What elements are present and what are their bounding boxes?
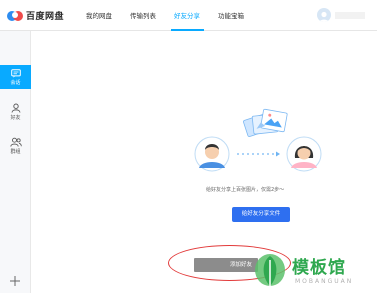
- sidebar-item-label: 会话: [10, 79, 21, 86]
- receiver-avatar-icon: [286, 136, 322, 172]
- nav-my-drive[interactable]: 我的网盘: [86, 9, 112, 23]
- user-avatar[interactable]: [317, 8, 331, 22]
- nav-friend-share[interactable]: 好友分享: [174, 9, 200, 23]
- cloud-logo-icon: [7, 11, 23, 21]
- sender-avatar-icon: [194, 136, 230, 172]
- plus-icon[interactable]: [8, 274, 22, 288]
- share-arrow-icon: [237, 151, 280, 157]
- app-name: 百度网盘: [26, 11, 65, 22]
- sidebar-item-label: 群组: [10, 149, 21, 155]
- sidebar-item-groups[interactable]: 群组: [0, 134, 31, 158]
- person-icon: [11, 103, 20, 113]
- username-placeholder[interactable]: [335, 12, 365, 19]
- active-tab-indicator: [171, 29, 204, 31]
- top-bar: 百度网盘 我的网盘 传输列表 好友分享 功能宝箱: [0, 0, 377, 31]
- sidebar-item-label: 好友: [10, 115, 21, 121]
- sidebar-item-friends[interactable]: 好友: [0, 100, 31, 124]
- share-file-to-friend-button[interactable]: 给好友分享文件: [232, 207, 290, 222]
- avatar-icon: [319, 11, 329, 22]
- app-logo[interactable]: 百度网盘: [6, 6, 64, 24]
- group-icon: [9, 137, 22, 147]
- nav-transfer-list[interactable]: 传输列表: [130, 9, 156, 23]
- nav-toolbox[interactable]: 功能宝箱: [218, 9, 244, 23]
- chat-icon: [10, 68, 21, 78]
- share-hint-text: 给好友分享上百张图片，仅需2步～: [206, 187, 285, 193]
- watermark-subtitle: MOBANGUAN: [295, 278, 354, 285]
- share-illustration: [194, 108, 322, 172]
- photos-icon: [243, 108, 288, 137]
- sidebar: 会话 好友 群组: [0, 31, 31, 293]
- watermark-leaf-icon: [255, 254, 285, 288]
- sidebar-item-chat[interactable]: 会话: [0, 65, 31, 89]
- watermark-title: 模板馆: [292, 258, 346, 278]
